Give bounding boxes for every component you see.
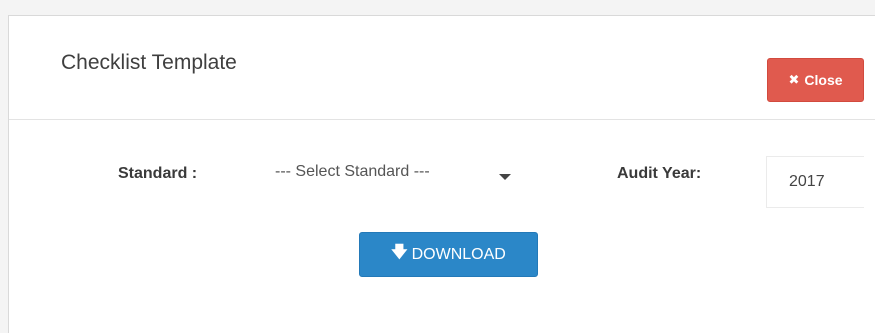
standard-select-value: --- Select Standard --- xyxy=(275,163,430,180)
download-icon: 🡇 xyxy=(391,244,408,261)
audit-year-label: Audit Year: xyxy=(617,165,702,182)
download-button-label: DOWNLOAD xyxy=(411,245,506,263)
chevron-down-icon xyxy=(499,174,511,180)
close-button-label: Close xyxy=(804,72,843,88)
checklist-template-modal: Checklist Template ✖ Close Standard : --… xyxy=(8,15,875,333)
modal-title: Checklist Template xyxy=(61,51,237,74)
standard-label: Standard : xyxy=(118,165,198,182)
close-button[interactable]: ✖ Close xyxy=(767,58,864,102)
close-icon: ✖ xyxy=(788,72,800,87)
modal-header: Checklist Template ✖ Close xyxy=(9,16,875,120)
audit-year-input[interactable] xyxy=(766,156,864,208)
download-button[interactable]: 🡇 DOWNLOAD xyxy=(359,232,538,277)
standard-select[interactable]: --- Select Standard --- xyxy=(267,163,511,197)
